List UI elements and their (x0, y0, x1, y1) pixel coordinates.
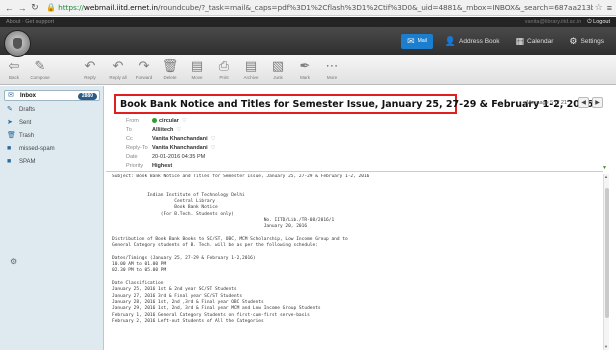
user-email: vanita@library.iitd.ac.in (524, 19, 582, 25)
message-body: Subject: Book Bank Notice and Titles for… (112, 174, 370, 324)
folder-missed-spam[interactable]: ■ missed-spam (4, 143, 100, 154)
scroll-down-icon[interactable]: ▼ (603, 344, 609, 350)
delete-icon: 🗑 (161, 58, 179, 73)
folder-spam[interactable]: ■ SPAM (4, 156, 100, 167)
folder-icon: ■ (7, 158, 12, 165)
add-contact-icon[interactable]: ♡ (176, 127, 181, 133)
mark-icon: ✒ (299, 58, 311, 73)
header-to: To Alliitech ♡ (126, 127, 182, 133)
header-divider (106, 171, 603, 172)
app-header: ✉ Mail 👤 Address Book ▦ Calendar ⚙ Settings (0, 27, 616, 55)
folder-trash[interactable]: 🗑 Trash (4, 130, 100, 141)
next-message-button[interactable]: ▶ (592, 97, 603, 108)
message-pane: Book Bank Notice and Titles for Semester… (106, 86, 613, 350)
bookmark-star-icon[interactable]: ☆ (595, 2, 603, 13)
reply-icon: ↶ (84, 58, 96, 73)
folder-options-icon[interactable]: ⚙ (10, 257, 17, 266)
trash-icon: 🗑 (7, 132, 16, 139)
delete-button[interactable]: 🗑 Delete (156, 58, 184, 80)
print-icon: ⎙ (218, 58, 230, 73)
mail-icon: ✉ (407, 35, 415, 46)
task-mail[interactable]: ✉ Mail (401, 33, 433, 49)
compose-button[interactable]: ✎ Compose (26, 58, 54, 80)
mail-toolbar: ⇦ Back ✎ Compose ↶ Reply ↶ Reply all ↷ Forwar… (0, 55, 616, 85)
about-link[interactable]: About · Get support (6, 19, 525, 25)
move-icon: ▤ (190, 58, 204, 73)
move-button[interactable]: ▤ Move (183, 58, 211, 80)
archive-icon: ▤ (244, 58, 258, 73)
back-button[interactable]: ⇦ Back (0, 58, 28, 80)
more-button[interactable]: ⋯ More (318, 58, 346, 80)
calendar-icon: ▦ (515, 35, 525, 46)
add-contact-icon[interactable]: ♡ (182, 118, 187, 124)
message-position: Message 5 of 21 (526, 100, 567, 106)
archive-button[interactable]: ▤ Archive (237, 58, 265, 80)
scroll-up-icon[interactable]: ▲ (603, 174, 609, 180)
add-contact-icon[interactable]: ♡ (211, 136, 216, 142)
folder-drafts[interactable]: ✎ Drafts (4, 104, 100, 115)
back-icon: ⇦ (8, 58, 20, 73)
folder-inbox[interactable]: ✉ Inbox 2880 (4, 90, 100, 101)
header-cc: Cc Vanita Khanchandani ♡ (126, 136, 216, 142)
address-book-icon: 👤 (444, 35, 457, 46)
compose-icon: ✎ (34, 58, 46, 73)
url-scheme: https:// (58, 3, 84, 12)
prev-message-button[interactable]: ◀ (578, 97, 589, 108)
message-scrollbar[interactable] (603, 174, 609, 350)
unread-count-badge: 2880 (77, 93, 97, 100)
header-reply-to: Reply-To Vanita Khanchandani ♡ (126, 145, 216, 151)
message-subject: Book Bank Notice and Titles for Semester… (114, 94, 593, 114)
junk-button[interactable]: ▧ Junk (264, 58, 292, 80)
reload-icon[interactable]: ↻ (29, 2, 40, 13)
browser-toolbar: ← → ↻ 🔒 https://webmail.iitd.ernet.in/ro… (0, 0, 616, 16)
task-settings[interactable]: ⚙ Settings (565, 34, 608, 49)
mark-button[interactable]: ✒ Mark (291, 58, 319, 80)
top-strip: About · Get support vanita@library.iitd.… (0, 17, 616, 27)
logout-link[interactable]: ⏻ Logout (587, 19, 610, 26)
junk-icon: ▧ (271, 58, 285, 73)
header-date: Date 20-01-2016 04:35 PM (126, 154, 206, 160)
url-path: /roundcube/?_task=mail&_caps=pdf%3D1%2Cf… (157, 3, 593, 12)
folder-icon: ■ (7, 145, 12, 152)
forward-icon: ↷ (138, 58, 150, 73)
sender-status-icon (152, 118, 157, 124)
sent-icon: ➤ (7, 119, 13, 126)
task-menu: ✉ Mail 👤 Address Book ▦ Calendar ⚙ Settings (401, 27, 608, 55)
add-contact-icon[interactable]: ♡ (211, 145, 216, 151)
more-icon: ⋯ (325, 58, 339, 73)
reply-all-button[interactable]: ↶ Reply all (104, 58, 132, 80)
url-host: webmail.iitd.ernet.in (83, 3, 158, 12)
reply-all-icon: ↶ (112, 58, 124, 73)
forward-arrow-icon[interactable]: → (17, 2, 28, 13)
lock-icon: 🔒 (46, 3, 57, 12)
task-calendar[interactable]: ▦ Calendar (512, 34, 558, 49)
back-arrow-icon[interactable]: ← (4, 2, 15, 13)
forward-button[interactable]: ↷ Forward (130, 58, 158, 80)
address-bar[interactable]: https://webmail.iitd.ernet.in/roundcube/… (58, 3, 593, 12)
folder-list: ✉ Inbox 2880 ✎ Drafts ➤ Sent 🗑 Trash ■ m… (0, 86, 104, 350)
task-address-book[interactable]: 👤 Address Book (441, 34, 504, 49)
reply-button[interactable]: ↶ Reply (76, 58, 104, 80)
settings-icon: ⚙ (569, 35, 578, 46)
institute-logo (4, 30, 31, 57)
scrollbar-thumb[interactable] (605, 188, 609, 318)
print-button[interactable]: ⎙ Print (210, 58, 238, 80)
folder-sent[interactable]: ➤ Sent (4, 117, 100, 128)
drafts-icon: ✎ (7, 106, 13, 113)
header-from: From circular ♡ (126, 118, 187, 124)
inbox-icon: ✉ (8, 92, 14, 99)
browser-menu-icon[interactable]: ≡ (607, 3, 612, 13)
